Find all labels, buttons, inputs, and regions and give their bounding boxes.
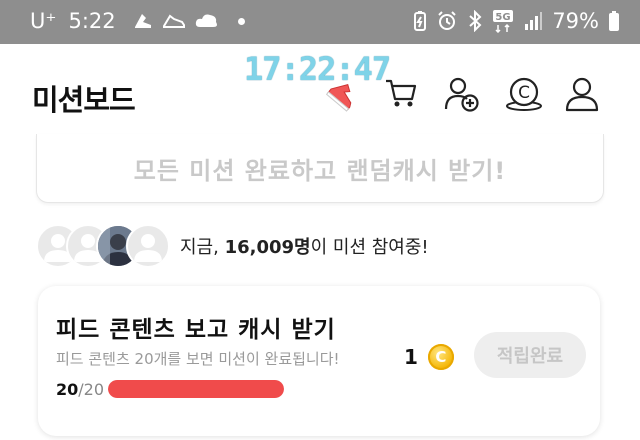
- app-header: 미션보드 17:22:47 C: [0, 44, 640, 140]
- countdown-timer: 17:22:47: [244, 50, 391, 88]
- shoe-notification-icon: [132, 10, 154, 32]
- progress-total: /20: [78, 380, 105, 399]
- carrier-label: U⁺: [30, 9, 57, 33]
- svg-text:5G: 5G: [496, 12, 511, 23]
- cash-coin-icon[interactable]: C: [504, 76, 544, 116]
- mission-description: 피드 콘텐츠 20개를 보면 미션이 완료됩니다!: [56, 350, 340, 368]
- participants-row: 지금, 16,009명이 미션 참여중!: [36, 224, 429, 268]
- sneaker-notification-icon: [162, 10, 186, 32]
- participant-count: 16,009명: [224, 237, 311, 258]
- red-shoe-icon[interactable]: [325, 78, 360, 116]
- coin-icon: C: [427, 344, 454, 370]
- page-title: 미션보드: [32, 83, 136, 117]
- cloud-notification-icon: [194, 10, 220, 32]
- svg-text:C: C: [518, 83, 530, 103]
- alarm-icon: [436, 10, 458, 32]
- progress-label: 20/20: [56, 380, 104, 399]
- mission-title: 피드 콘텐츠 보고 캐시 받기: [56, 317, 336, 343]
- add-friend-icon[interactable]: [444, 76, 480, 116]
- cart-icon[interactable]: [384, 76, 418, 114]
- mission-card[interactable]: 피드 콘텐츠 보고 캐시 받기 피드 콘텐츠 20개를 보면 미션이 완료됩니다…: [38, 286, 600, 436]
- banner-text: 모든 미션 완료하고 랜덤캐시 받기!: [133, 156, 507, 185]
- progress-fill: [108, 380, 284, 398]
- signal-icon: [523, 11, 543, 31]
- battery-icon: [608, 10, 620, 32]
- bluetooth-icon: [467, 10, 483, 32]
- reward-value: 1: [404, 345, 418, 369]
- avatar: [126, 224, 170, 268]
- more-notifications-dot: [237, 17, 245, 25]
- 5g-network-icon: 5G: [492, 9, 514, 33]
- status-time: 5:22: [68, 9, 116, 33]
- claim-complete-button[interactable]: 적립완료: [474, 332, 586, 378]
- status-bar: U⁺ 5:22 5G 79%: [0, 0, 640, 44]
- battery-saver-icon: [413, 10, 427, 32]
- progress-bar: [108, 380, 284, 398]
- mission-content: 모든 미션 완료하고 랜덤캐시 받기! 지금, 16,009명이 미션 참여중!…: [0, 134, 640, 440]
- reward-amount: 1 C: [404, 344, 454, 370]
- participants-text: 지금, 16,009명이 미션 참여중!: [180, 237, 429, 258]
- profile-icon[interactable]: [564, 76, 600, 116]
- battery-percent: 79%: [552, 9, 599, 33]
- progress-done: 20: [56, 380, 79, 399]
- all-missions-banner[interactable]: 모든 미션 완료하고 랜덤캐시 받기!: [36, 134, 604, 203]
